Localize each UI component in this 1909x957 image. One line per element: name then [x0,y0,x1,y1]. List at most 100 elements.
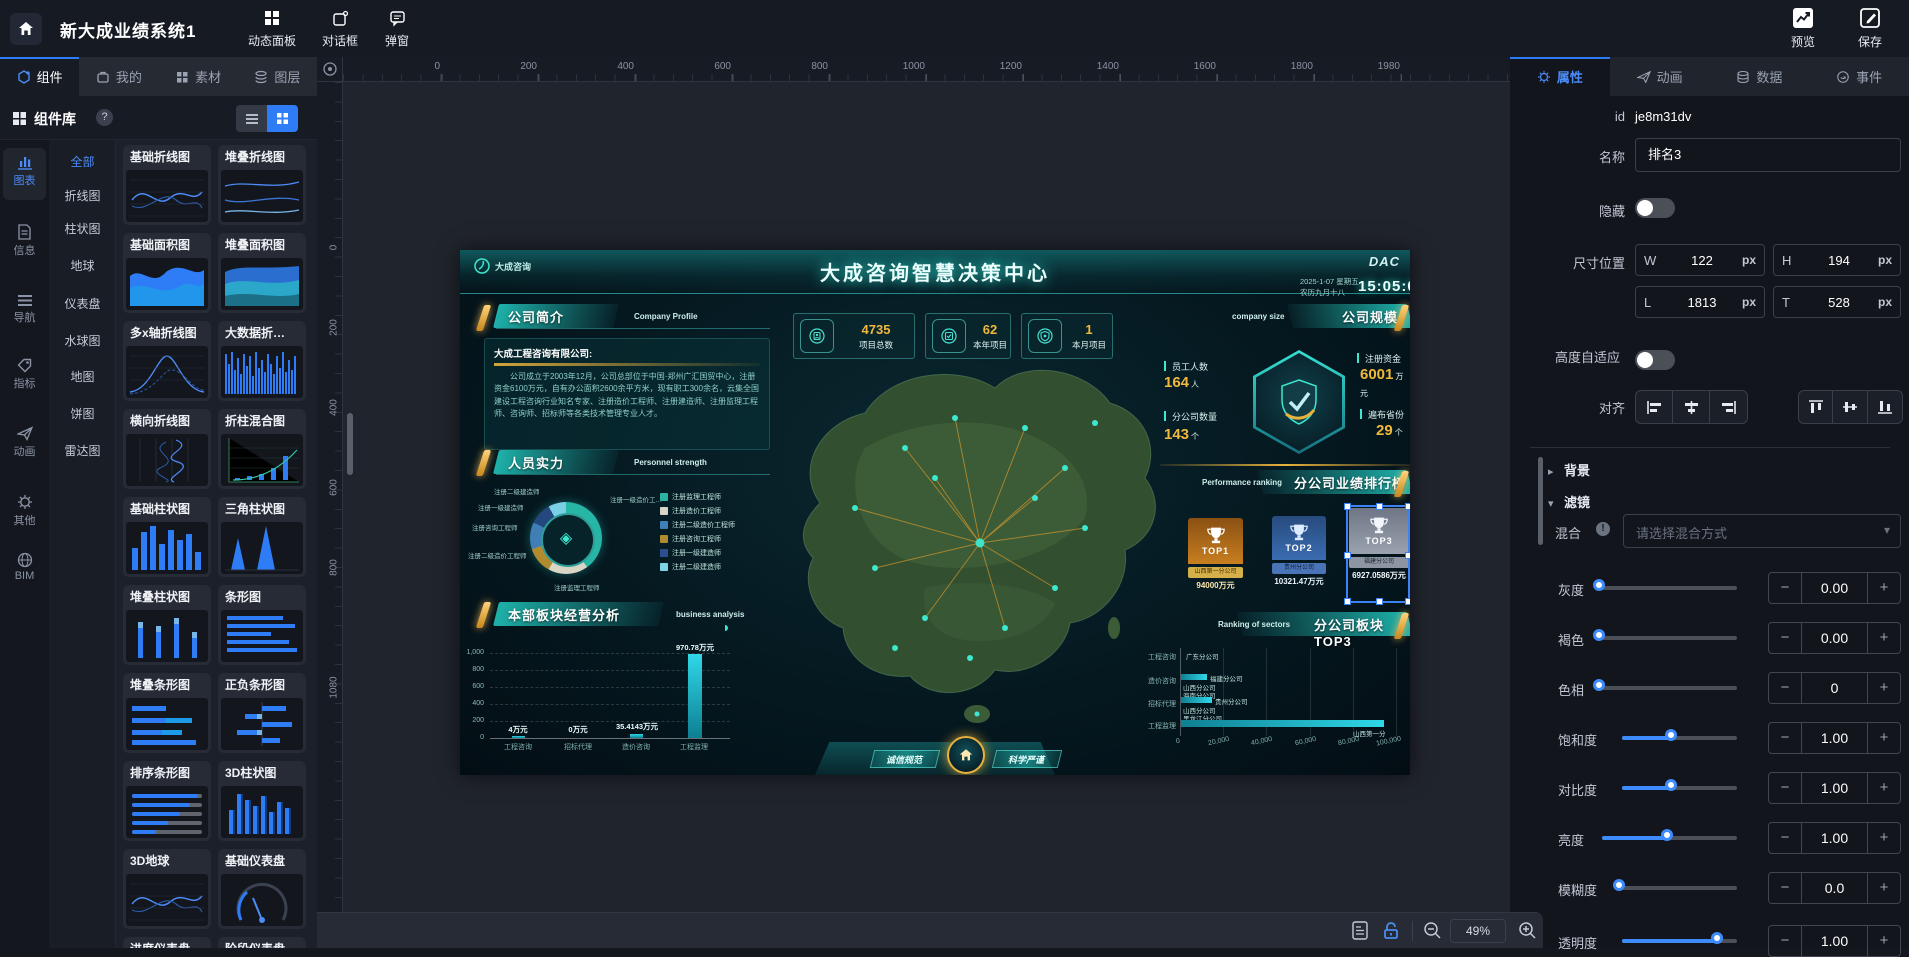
sepia-slider[interactable] [1602,636,1737,640]
tab-components[interactable]: 组件 [0,57,79,96]
component-card[interactable]: 正负条形图 [218,673,306,753]
category-line[interactable]: 折线图 [49,187,116,204]
page-outline-icon[interactable] [1352,921,1368,940]
align-right-button[interactable] [1710,391,1747,423]
list-view-button[interactable] [236,105,267,132]
increment-button[interactable]: + [1868,573,1900,603]
resize-handle-s[interactable] [1376,598,1383,605]
category-gauge[interactable]: 仪表盘 [49,295,116,312]
component-card[interactable]: 阶段仪表盘 [218,937,306,948]
category-radar[interactable]: 雷达图 [49,442,116,459]
decrement-button[interactable]: − [1769,723,1801,753]
component-card[interactable]: 基础折线图 [123,145,211,225]
ruler-corner[interactable] [317,57,343,82]
align-middle-button[interactable] [1833,391,1867,423]
increment-button[interactable]: + [1868,623,1900,653]
increment-button[interactable]: + [1868,773,1900,803]
increment-button[interactable]: + [1868,723,1900,753]
category-globe[interactable]: 地球 [49,257,116,274]
tab-data[interactable]: 数据 [1710,57,1810,96]
decrement-button[interactable]: − [1769,773,1801,803]
increment-button[interactable]: + [1868,823,1900,853]
name-input[interactable]: 排名3 [1635,138,1901,172]
grayscale-slider[interactable] [1602,586,1737,590]
panel-scrollbar[interactable] [1538,457,1543,545]
rail-item-animation[interactable]: 动画 [0,426,49,459]
component-card[interactable]: 基础柱状图 [123,497,211,577]
help-icon[interactable]: ? [96,109,113,126]
save-button[interactable]: 保存 [1842,7,1898,50]
component-card[interactable]: 3D地球 [123,849,211,929]
tab-assets[interactable]: 素材 [159,57,238,96]
component-card[interactable]: 堆叠柱状图 [123,585,211,665]
opacity-slider[interactable] [1622,939,1737,943]
category-map[interactable]: 地图 [49,368,116,385]
align-left-button[interactable] [1636,391,1673,423]
resize-handle-e[interactable] [1405,552,1410,559]
component-card[interactable]: 排序条形图 [123,761,211,841]
tab-events[interactable]: 事件 [1809,57,1909,96]
top1-card[interactable]: TOP1 山西第一分公司 94000万元 [1188,518,1243,591]
decrement-button[interactable]: − [1769,623,1801,653]
align-top-button[interactable] [1799,391,1833,423]
dynamic-panel-button[interactable]: 动态面板 [237,7,307,49]
component-card[interactable]: 堆叠折线图 [218,145,306,225]
home-button[interactable] [10,13,42,45]
category-all[interactable]: 全部 [49,153,116,170]
resize-handle-se[interactable] [1405,598,1410,605]
left-field[interactable]: L1813px [1635,286,1765,318]
decrement-button[interactable]: − [1769,573,1801,603]
decrement-button[interactable]: − [1769,873,1801,903]
rail-item-navigation[interactable]: 导航 [0,294,49,325]
decrement-button[interactable]: − [1769,926,1801,956]
align-center-h-button[interactable] [1673,391,1710,423]
blend-mode-select[interactable]: 请选择混合方式 ▾ [1623,514,1901,548]
component-card[interactable]: 条形图 [218,585,306,665]
component-card[interactable]: 横向折线图 [123,409,211,489]
component-card[interactable]: 基础仪表盘 [218,849,306,929]
resize-handle-sw[interactable] [1344,598,1351,605]
saturation-slider[interactable] [1622,736,1737,740]
blur-slider[interactable] [1622,886,1737,890]
rail-item-charts[interactable]: 图表 [0,155,49,188]
resize-handle-nw[interactable] [1344,503,1351,510]
zoom-level[interactable]: 49% [1450,919,1506,943]
filter-section[interactable]: ▾滤镜 [1548,492,1590,511]
top-field[interactable]: T528px [1773,286,1901,318]
category-bar[interactable]: 柱状图 [49,220,116,237]
resize-handle-n[interactable] [1376,503,1383,510]
autoheight-toggle[interactable] [1635,350,1675,370]
rail-item-other[interactable]: 其他 [0,494,49,528]
background-section[interactable]: ▸背景 [1548,460,1590,479]
tab-animation[interactable]: 动画 [1610,57,1710,96]
decrement-button[interactable]: − [1769,673,1801,703]
rail-item-bim[interactable]: BIM [0,552,49,582]
rail-item-indicators[interactable]: 指标 [0,358,49,391]
increment-button[interactable]: + [1868,673,1900,703]
category-liquid[interactable]: 水球图 [49,332,116,349]
component-card[interactable]: 基础面积图 [123,233,211,313]
component-card[interactable]: 3D柱状图 [218,761,306,841]
component-card[interactable]: 折柱混合图 [218,409,306,489]
align-bottom-button[interactable] [1868,391,1902,423]
decrement-button[interactable]: − [1769,823,1801,853]
rail-item-info[interactable]: 信息 [0,224,49,258]
component-card[interactable]: 堆叠面积图 [218,233,306,313]
tab-layers[interactable]: 图层 [238,57,317,96]
zoom-out-icon[interactable] [1423,921,1442,940]
increment-button[interactable]: + [1868,926,1900,956]
component-card[interactable]: 大数据折… [218,321,306,401]
resize-handle-w[interactable] [1344,552,1351,559]
tab-mine[interactable]: 我的 [79,57,158,96]
component-card[interactable]: 堆叠条形图 [123,673,211,753]
hide-toggle[interactable] [1635,198,1675,218]
component-card[interactable]: 多x轴折线图 [123,321,211,401]
category-pie[interactable]: 饼图 [49,405,116,422]
height-field[interactable]: H194px [1773,244,1901,276]
hue-slider[interactable] [1602,686,1737,690]
width-field[interactable]: W122px [1635,244,1765,276]
top2-card[interactable]: TOP2 贵州分公司 10321.47万元 [1272,516,1326,587]
popup-button[interactable]: 弹窗 [362,7,432,49]
grid-view-button[interactable] [267,105,298,132]
component-card[interactable]: 三角柱状图 [218,497,306,577]
